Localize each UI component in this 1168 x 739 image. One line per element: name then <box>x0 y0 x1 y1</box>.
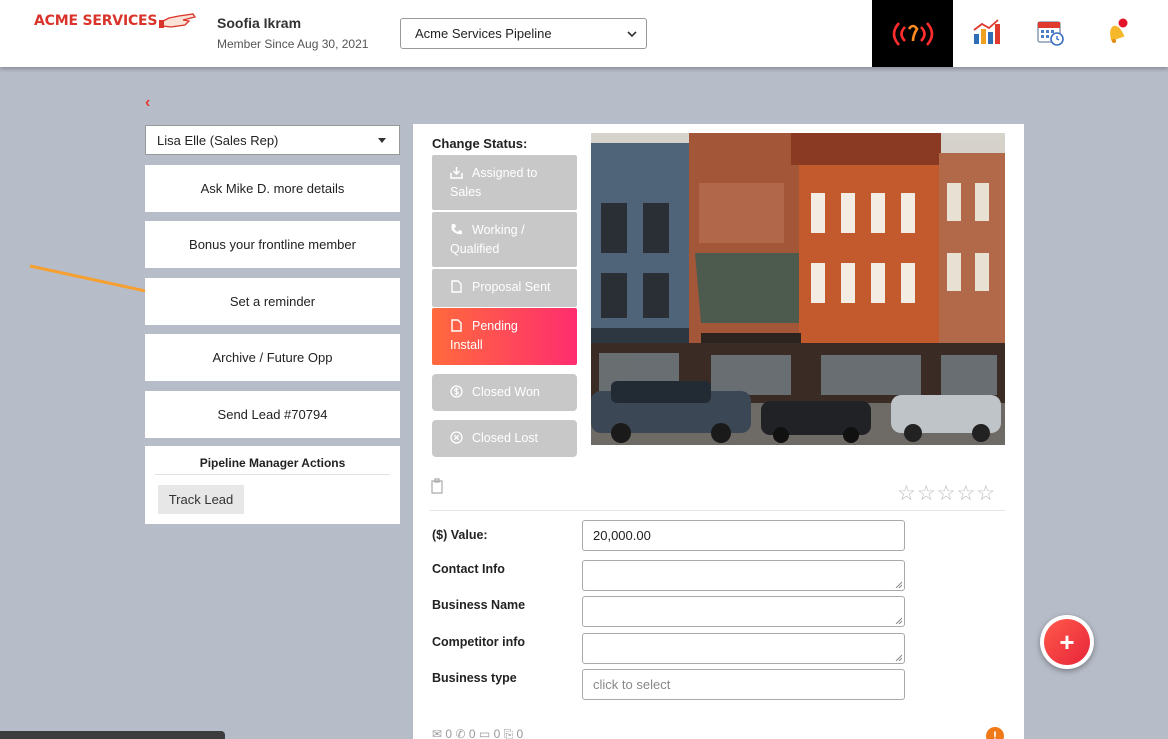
sms-icon: ▭ <box>478 727 491 739</box>
dollar-circle-icon <box>450 385 463 398</box>
caret-down-icon <box>378 138 386 143</box>
calendar-icon <box>1037 21 1064 46</box>
email-icon: ✉ <box>432 727 443 739</box>
status-pending-install-button[interactable]: Pending Install <box>432 308 577 365</box>
archive-opp-button[interactable]: Archive / Future Opp <box>145 334 400 381</box>
business-type-select[interactable]: click to select <box>582 669 905 700</box>
star-icon[interactable]: ☆ <box>956 481 976 506</box>
star-icon[interactable]: ☆ <box>937 481 957 506</box>
inbox-download-icon <box>450 167 463 179</box>
pipeline-manager-actions: Pipeline Manager Actions Track Lead <box>145 446 400 524</box>
browser-status-bar <box>0 731 225 739</box>
activity-counts: ✉ 0 ✆ 0 ▭ 0 ⎘ 0 <box>432 727 523 739</box>
plus-icon: + <box>1044 619 1090 665</box>
status-working-button[interactable]: Working / Qualified <box>432 212 577 267</box>
change-status-title: Change Status: <box>432 136 528 151</box>
business-type-label: Business type <box>432 671 517 685</box>
analytics-button[interactable] <box>968 14 1004 50</box>
chevron-down-icon <box>627 31 637 38</box>
star-icon[interactable]: ☆ <box>917 481 937 506</box>
warning-badge[interactable]: ! <box>986 727 1004 739</box>
business-name-label: Business Name <box>432 598 526 612</box>
attach-count: 0 <box>516 727 524 739</box>
ask-details-button[interactable]: Ask Mike D. more details <box>145 165 400 212</box>
pipeline-manager-title: Pipeline Manager Actions <box>199 456 346 470</box>
status-closed-won-button[interactable]: Closed Won <box>432 374 577 411</box>
sales-rep-value: Lisa Elle (Sales Rep) <box>157 132 279 148</box>
competitor-info-textarea[interactable] <box>582 633 905 664</box>
attach-icon: ⎘ <box>503 727 514 739</box>
email-count: 0 <box>445 727 453 739</box>
status-label: Proposal Sent <box>472 280 551 294</box>
user-name: Soofia Ikram <box>217 15 302 31</box>
contact-info-label: Contact Info <box>432 562 505 576</box>
status-label: Assigned to <box>472 166 538 180</box>
business-name-textarea[interactable] <box>582 596 905 627</box>
notifications-button[interactable] <box>1098 14 1134 50</box>
x-circle-icon <box>450 431 463 444</box>
status-label: Closed Lost <box>472 431 539 445</box>
call-icon: ✆ <box>455 727 466 739</box>
call-count: 0 <box>468 727 476 739</box>
resize-handle-icon[interactable] <box>895 617 902 624</box>
sms-count: 0 <box>493 727 501 739</box>
competitor-info-label: Competitor info <box>432 635 526 649</box>
resize-handle-icon[interactable] <box>895 581 902 588</box>
app-logo[interactable]: ACME SERVICES <box>34 12 197 30</box>
divider <box>430 510 1005 511</box>
back-chevron-icon[interactable]: ‹ <box>145 94 150 112</box>
live-broadcast-icon <box>892 21 933 46</box>
value-input[interactable]: 20,000.00 <box>582 520 905 551</box>
status-label: Working / <box>472 223 525 237</box>
send-lead-button[interactable]: Send Lead #70794 <box>145 391 400 438</box>
lead-photo[interactable] <box>591 133 1005 445</box>
document-icon <box>451 280 462 293</box>
pipeline-select-value: Acme Services Pipeline <box>415 26 552 41</box>
divider <box>155 474 390 475</box>
analytics-chart-icon <box>973 19 1000 44</box>
phone-icon <box>451 224 462 235</box>
rating-stars: ☆☆☆☆☆ <box>897 481 996 506</box>
sales-rep-select[interactable]: Lisa Elle (Sales Rep) <box>145 125 400 155</box>
status-label: Qualified <box>450 242 500 256</box>
set-reminder-button[interactable]: Set a reminder <box>145 278 400 325</box>
clipboard-icon[interactable] <box>430 478 444 494</box>
star-icon[interactable]: ☆ <box>976 481 996 506</box>
logo-text: ACME SERVICES <box>34 13 158 29</box>
live-broadcast-button[interactable] <box>872 0 953 67</box>
star-icon[interactable]: ☆ <box>897 481 917 506</box>
app-header: ACME SERVICES Soofia Ikram Member Since … <box>0 0 1168 67</box>
status-label: Install <box>450 338 483 352</box>
street-photo-image <box>591 133 1005 445</box>
member-since: Member Since Aug 30, 2021 <box>217 37 369 51</box>
status-closed-lost-button[interactable]: Closed Lost <box>432 420 577 457</box>
document-icon <box>451 319 462 332</box>
status-label: Closed Won <box>472 385 540 399</box>
track-lead-button[interactable]: Track Lead <box>158 485 244 514</box>
resize-handle-icon[interactable] <box>895 654 902 661</box>
status-label: Pending <box>472 319 518 333</box>
pipeline-select[interactable]: Acme Services Pipeline <box>400 18 647 49</box>
value-label: ($) Value: <box>432 528 488 542</box>
add-button[interactable]: + <box>1040 615 1094 669</box>
calendar-button[interactable] <box>1032 14 1068 50</box>
hand-logo-icon <box>159 13 197 28</box>
status-proposal-button[interactable]: Proposal Sent <box>432 269 577 307</box>
bonus-member-button[interactable]: Bonus your frontline member <box>145 221 400 268</box>
status-label: Sales <box>450 185 482 199</box>
status-assigned-button[interactable]: Assigned to Sales <box>432 155 577 210</box>
contact-info-textarea[interactable] <box>582 560 905 591</box>
notification-bell-icon <box>1110 18 1128 43</box>
